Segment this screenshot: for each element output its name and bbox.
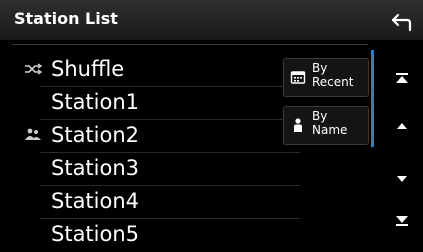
shared-station-icon (25, 128, 41, 140)
list-item-label: Station4 (51, 189, 140, 213)
list-item-label: Station2 (51, 123, 140, 147)
list-item-label: Shuffle (51, 57, 125, 81)
scroll-top-icon (396, 73, 408, 83)
list-item-station5[interactable]: Station5 (0, 219, 300, 252)
person-icon (294, 118, 302, 132)
back-button[interactable] (389, 8, 417, 34)
list-item-station3[interactable]: Station3 (0, 153, 300, 186)
list-item-shuffle[interactable]: Shuffle (0, 54, 300, 87)
page-title: Station List (14, 9, 118, 28)
list-item-station4[interactable]: Station4 (0, 186, 300, 219)
scroll-down-icon (397, 176, 407, 182)
sort-by-recent-label: By Recent (312, 61, 354, 89)
scrollbar-thumb[interactable] (371, 50, 374, 147)
sort-by-recent-button[interactable]: By Recent (283, 58, 369, 97)
scroll-bottom-button[interactable] (385, 206, 419, 236)
list-item-label: Station3 (51, 156, 140, 180)
calendar-icon (290, 71, 306, 84)
list-item-station1[interactable]: Station1 (0, 87, 300, 120)
shuffle-icon (25, 63, 43, 75)
header-bar: Station List (0, 0, 423, 40)
sort-by-name-button[interactable]: By Name (283, 106, 369, 145)
scroll-down-button[interactable] (385, 163, 419, 193)
scroll-controls (385, 48, 419, 252)
list-item-station2[interactable]: Station2 (0, 120, 300, 153)
scroll-top-button[interactable] (385, 64, 419, 94)
station-list: Shuffle Station1 Station2 Station3 Stati… (0, 47, 370, 252)
list-item-label: Station5 (51, 222, 140, 246)
back-arrow-icon (391, 13, 412, 32)
scroll-up-button[interactable] (385, 112, 419, 142)
scroll-up-icon (397, 123, 407, 129)
header-divider (12, 44, 368, 45)
sort-by-name-label: By Name (312, 109, 348, 137)
list-item-label: Station1 (51, 90, 140, 114)
scroll-bottom-icon (396, 216, 408, 226)
